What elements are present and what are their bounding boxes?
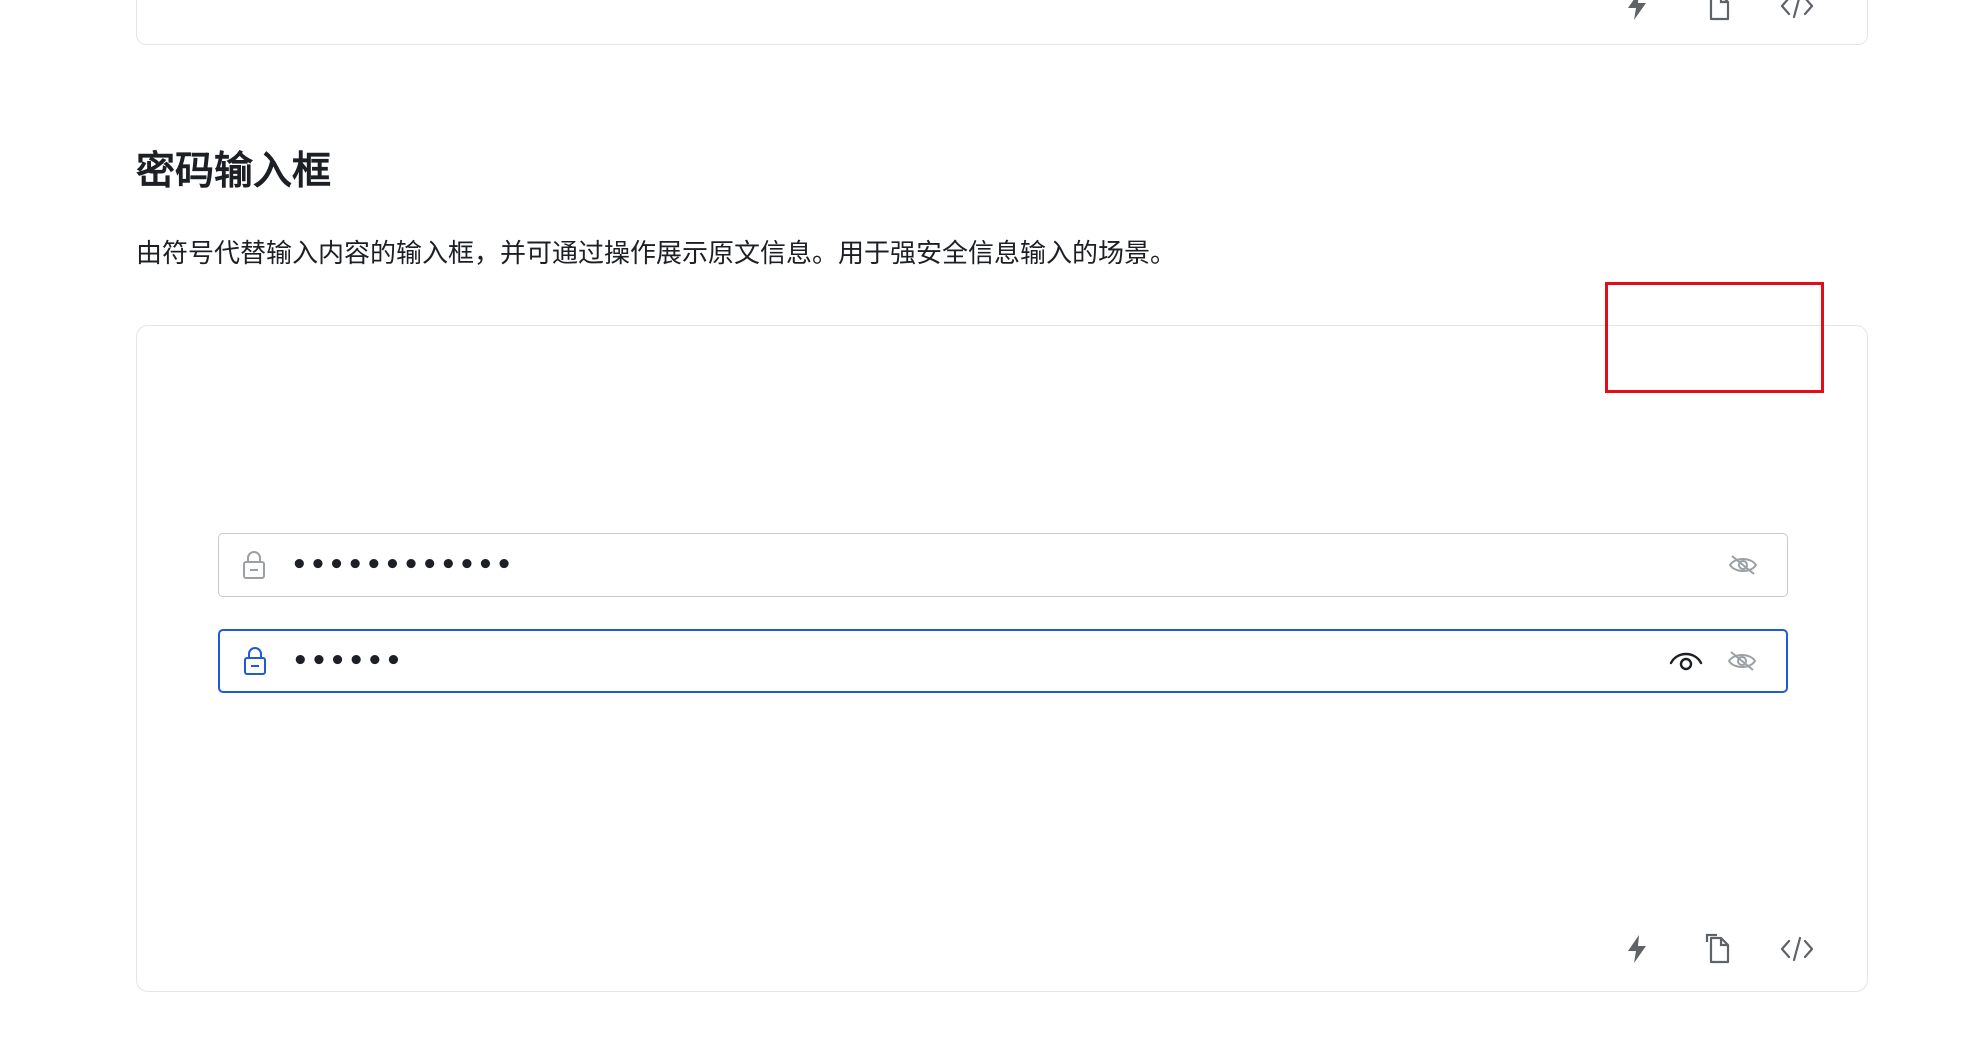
eye-off-icon[interactable] [1715, 543, 1771, 587]
lock-icon [238, 644, 272, 678]
run-icon[interactable] [1597, 931, 1677, 967]
copy-icon[interactable] [1677, 0, 1757, 24]
lock-icon [237, 548, 271, 582]
password-value: •••••••••••• [291, 550, 515, 580]
previous-demo-toolbar [1597, 0, 1837, 24]
run-icon[interactable] [1597, 0, 1677, 24]
password-input-default[interactable]: •••••••••••• [218, 533, 1788, 597]
eye-off-icon[interactable] [1714, 639, 1770, 683]
demo-card: •••••••••••• •••••• [136, 325, 1868, 992]
previous-demo-card [136, 0, 1868, 45]
code-icon[interactable] [1757, 931, 1837, 967]
section-description: 由符号代替输入内容的输入框，并可通过操作展示原文信息。用于强安全信息输入的场景。 [136, 239, 1177, 269]
code-icon[interactable] [1757, 0, 1837, 24]
password-suffix [1715, 543, 1771, 587]
password-input-focused[interactable]: •••••• [218, 629, 1788, 693]
demo-toolbar [1597, 931, 1837, 967]
copy-icon[interactable] [1677, 931, 1757, 967]
eye-icon[interactable] [1658, 639, 1714, 683]
section-title: 密码输入框 [136, 149, 332, 194]
password-suffix [1658, 639, 1770, 683]
password-value: •••••• [292, 646, 404, 676]
